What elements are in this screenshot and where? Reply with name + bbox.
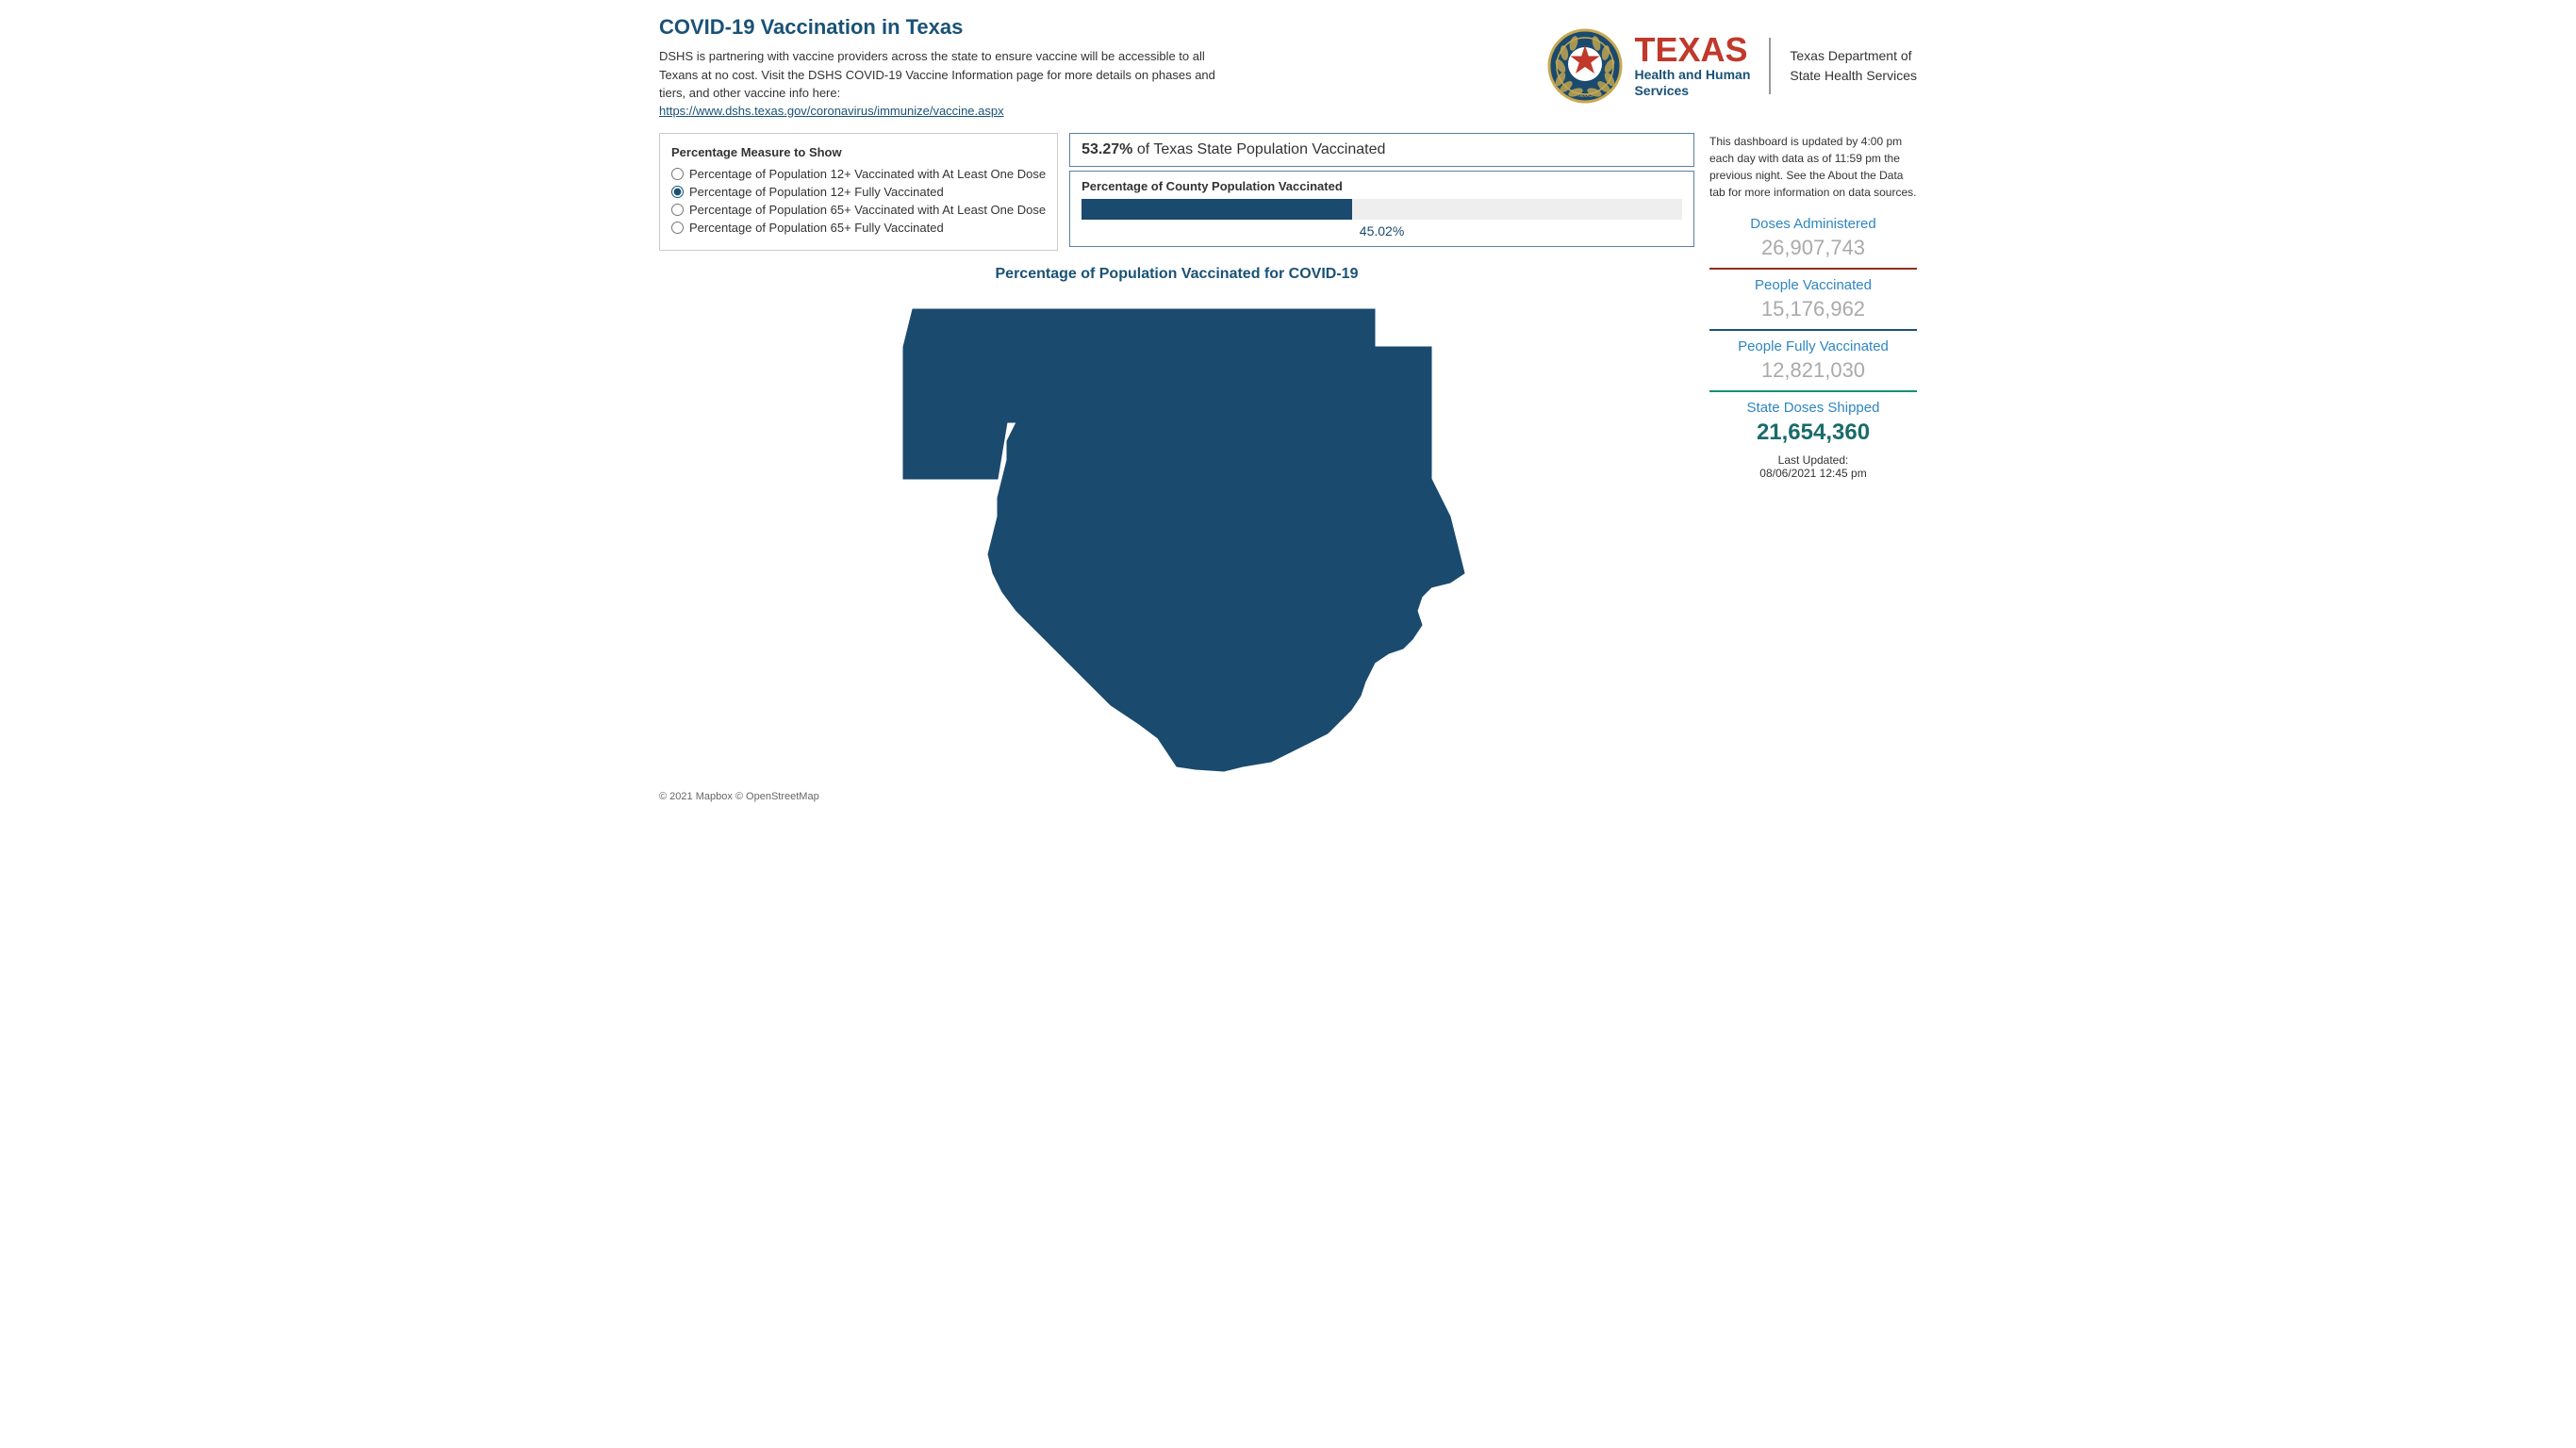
dshs-text: Texas Department of State Health Service… xyxy=(1790,46,1917,86)
header-link[interactable]: https://www.dshs.texas.gov/coronavirus/i… xyxy=(659,104,1004,118)
page-title: COVID-19 Vaccination in Texas xyxy=(659,15,1225,40)
stat-value-doses: 26,907,743 xyxy=(1709,236,1917,260)
hhs-line1: Health and Human xyxy=(1634,67,1750,83)
header-right: TEXAS TEXAS Health and Human Services Te… xyxy=(1547,28,1917,104)
map-copyright: © 2021 Mapbox © OpenStreetMap xyxy=(659,791,1694,802)
divider-blue xyxy=(1709,329,1917,331)
last-updated: Last Updated: 08/06/2021 12:45 pm xyxy=(1709,453,1917,480)
last-updated-value: 08/06/2021 12:45 pm xyxy=(1759,467,1866,480)
map-title: Percentage of Population Vaccinated for … xyxy=(659,266,1694,283)
measure-radio-1[interactable] xyxy=(671,168,684,180)
right-panel: This dashboard is updated by 4:00 pm eac… xyxy=(1709,133,1917,802)
measure-radio-2[interactable] xyxy=(671,186,684,198)
measure-option-1[interactable]: Percentage of Population 12+ Vaccinated … xyxy=(671,167,1046,181)
measure-label-2: Percentage of Population 12+ Fully Vacci… xyxy=(689,185,944,199)
measure-title: Percentage Measure to Show xyxy=(671,145,1046,159)
county-vacc-box: Percentage of County Population Vaccinat… xyxy=(1069,171,1694,247)
stat-label-shipped: State Doses Shipped xyxy=(1709,400,1917,416)
stat-label-vacc: People Vaccinated xyxy=(1709,277,1917,293)
dashboard-note: This dashboard is updated by 4:00 pm eac… xyxy=(1709,133,1917,201)
state-vacc-percent-box: 53.27% of Texas State Population Vaccina… xyxy=(1069,133,1694,167)
measure-label-4: Percentage of Population 65+ Fully Vacci… xyxy=(689,221,944,235)
divider-teal xyxy=(1709,390,1917,392)
map-container: Percentage of Population Vaccinated for … xyxy=(659,266,1694,802)
county-bar-outer xyxy=(1082,199,1682,220)
logo-texas-text: TEXAS Health and Human Services xyxy=(1634,33,1750,99)
dshs-line2: State Health Services xyxy=(1790,66,1917,86)
hhs-line2: Services xyxy=(1634,83,1750,99)
page-wrapper: COVID-19 Vaccination in Texas DSHS is pa… xyxy=(644,0,1932,817)
texas-seal-icon: TEXAS xyxy=(1547,28,1623,104)
state-vacc-percent: 53.27% xyxy=(1082,141,1132,157)
measure-option-2[interactable]: Percentage of Population 12+ Fully Vacci… xyxy=(671,185,1046,199)
logo-divider xyxy=(1769,38,1771,94)
header-description: DSHS is partnering with vaccine provider… xyxy=(659,47,1225,103)
svg-text:TEXAS: TEXAS xyxy=(1577,93,1593,99)
texas-word: TEXAS xyxy=(1634,33,1750,67)
stat-people-vaccinated: People Vaccinated 15,176,962 xyxy=(1709,277,1917,321)
measure-option-3[interactable]: Percentage of Population 65+ Vaccinated … xyxy=(671,203,1046,217)
county-bar-label: 45.02% xyxy=(1082,223,1682,239)
stat-state-doses-shipped: State Doses Shipped 21,654,360 xyxy=(1709,400,1917,446)
measure-radio-3[interactable] xyxy=(671,204,684,216)
header: COVID-19 Vaccination in Texas DSHS is pa… xyxy=(659,15,1917,118)
stat-people-fully-vaccinated: People Fully Vaccinated 12,821,030 xyxy=(1709,338,1917,383)
stat-value-fully-vacc: 12,821,030 xyxy=(1709,358,1917,383)
measure-label-1: Percentage of Population 12+ Vaccinated … xyxy=(689,167,1046,181)
main-content: Percentage Measure to Show Percentage of… xyxy=(659,133,1917,802)
logo-container: TEXAS TEXAS Health and Human Services Te… xyxy=(1547,28,1917,104)
measure-selector-box: Percentage Measure to Show Percentage of… xyxy=(659,133,1058,251)
texas-map-svg xyxy=(847,290,1507,781)
stat-label-fully-vacc: People Fully Vaccinated xyxy=(1709,338,1917,354)
measure-label-3: Percentage of Population 65+ Vaccinated … xyxy=(689,203,1046,217)
county-bar-inner xyxy=(1082,199,1352,220)
vaccination-stats: 53.27% of Texas State Population Vaccina… xyxy=(1069,133,1694,247)
state-vacc-label: of Texas State Population Vaccinated xyxy=(1137,141,1386,157)
last-updated-label: Last Updated: xyxy=(1778,453,1849,467)
stat-doses-administered: Doses Administered 26,907,743 xyxy=(1709,216,1917,260)
left-panel: Percentage Measure to Show Percentage of… xyxy=(659,133,1694,802)
divider-red xyxy=(1709,268,1917,270)
stat-value-vacc: 15,176,962 xyxy=(1709,297,1917,321)
map-svg-area xyxy=(847,290,1507,783)
stat-value-shipped: 21,654,360 xyxy=(1709,420,1917,446)
measure-radio-4[interactable] xyxy=(671,222,684,234)
county-vacc-label: Percentage of County Population Vaccinat… xyxy=(1082,179,1682,193)
dshs-line1: Texas Department of xyxy=(1790,46,1917,66)
header-left: COVID-19 Vaccination in Texas DSHS is pa… xyxy=(659,15,1225,118)
measure-option-4[interactable]: Percentage of Population 65+ Fully Vacci… xyxy=(671,221,1046,235)
stat-label-doses: Doses Administered xyxy=(1709,216,1917,232)
